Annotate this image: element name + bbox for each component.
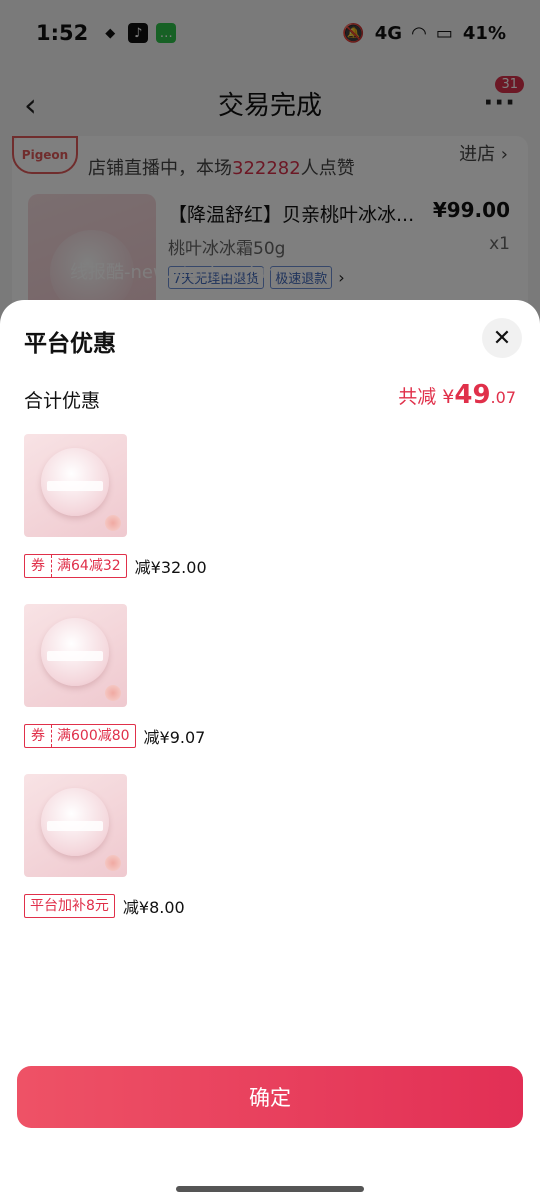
total-discount-label: 合计优惠 (24, 390, 101, 412)
coupon-badge: 券 满64减32 (24, 554, 127, 578)
confirm-button[interactable]: 确定 (17, 1066, 523, 1128)
close-button[interactable]: ✕ (482, 318, 522, 358)
platform-discount-sheet: 平台优惠 ✕ 合计优惠 共减 ¥49.07 券 满64减32 减¥32.00 券… (0, 300, 540, 1201)
discount-item: 券 满64减32 减¥32.00 (24, 434, 504, 594)
coupon-badge: 券 满600减80 (24, 724, 136, 748)
home-indicator[interactable] (176, 1186, 364, 1192)
product-thumbnail (24, 434, 127, 537)
discount-item: 平台加补8元 减¥8.00 (24, 774, 504, 934)
discount-amount: 减¥8.00 (122, 898, 185, 917)
discount-amount: 减¥32.00 (134, 558, 207, 577)
platform-subsidy-badge: 平台加补8元 (24, 894, 115, 918)
product-thumbnail (24, 774, 127, 877)
total-discount-value: 共减 ¥49.07 (398, 380, 516, 410)
close-icon: ✕ (492, 325, 512, 351)
sheet-title: 平台优惠 (24, 331, 116, 357)
discount-item: 券 满600减80 减¥9.07 (24, 604, 504, 764)
discount-amount: 减¥9.07 (143, 728, 206, 747)
product-thumbnail (24, 604, 127, 707)
